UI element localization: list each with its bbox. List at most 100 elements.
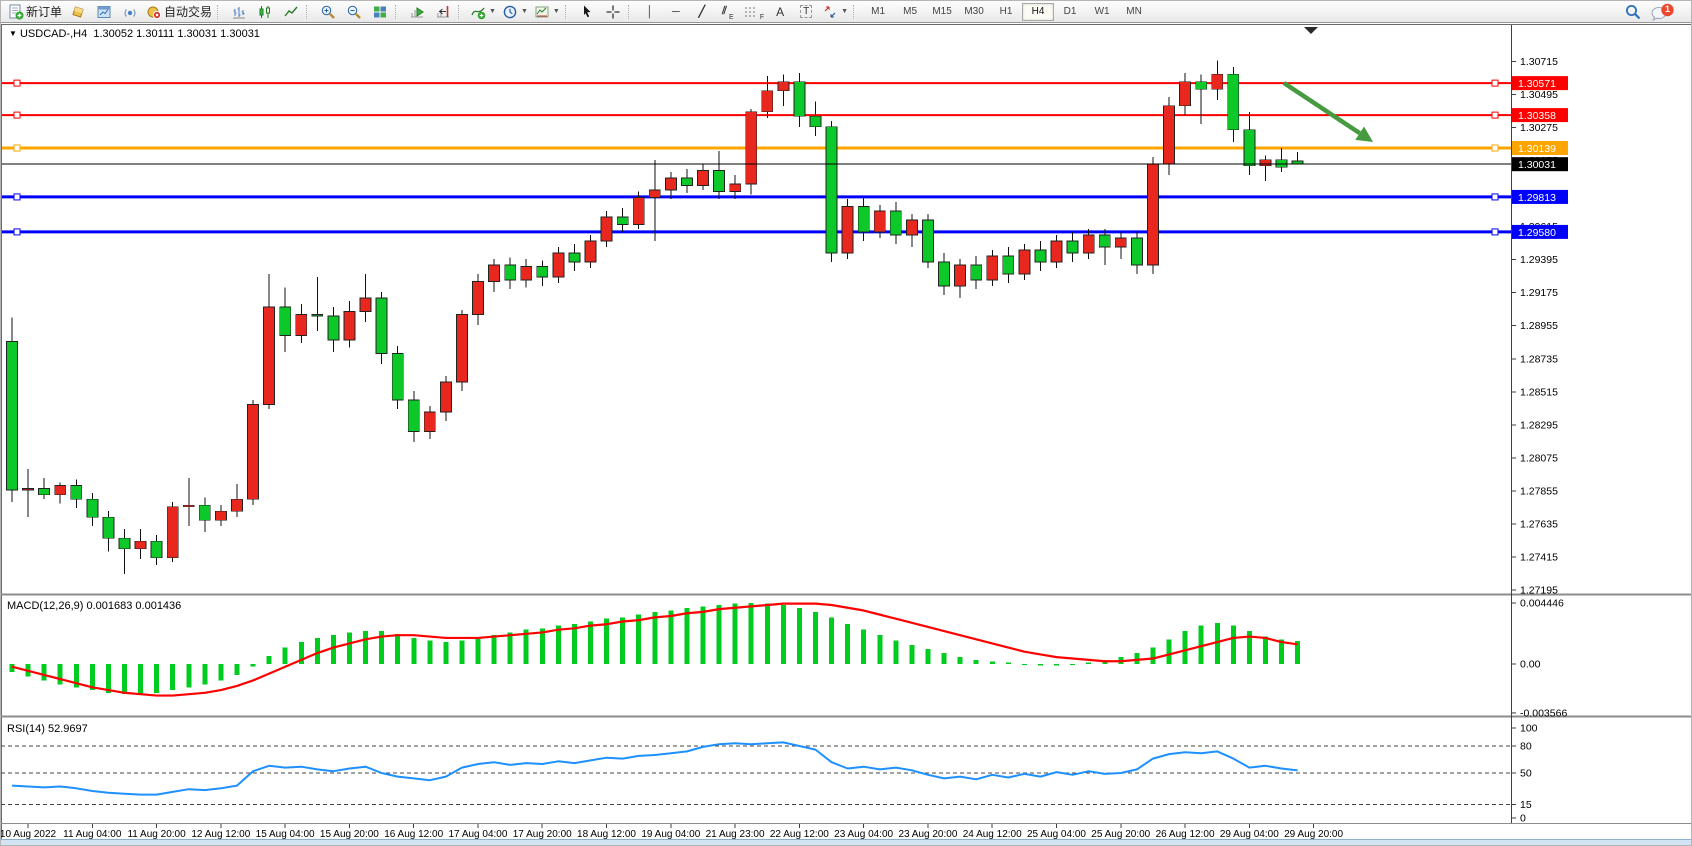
macd-histogram-bar [411,638,416,664]
fibo-sub-label: F [760,14,764,21]
auto-trading-button[interactable]: 自动交易 [143,2,215,22]
timeframe-group: M1M5M15M30H1H4D1W1MN [862,3,1150,21]
chart-canvas[interactable]: 1.307151.304951.302751.300551.298351.296… [1,1,1692,846]
macd-histogram-bar [1167,639,1172,664]
vertical-line-tool[interactable]: │ [637,2,663,22]
time-frame-M1[interactable]: M1 [862,3,894,21]
candle-up [762,91,773,112]
candle-down [971,265,982,280]
trendline-icon: ╱ [699,5,706,18]
candle-up [1051,241,1062,262]
macd-histogram-bar [701,606,706,664]
time-frame-M5[interactable]: M5 [894,3,926,21]
candlestick-chart-icon [257,4,273,20]
candlestick-chart-button[interactable] [252,2,278,22]
candle-down [7,342,18,491]
candle-down [1035,250,1046,262]
macd-histogram-bar [861,630,866,664]
time-frame-H1[interactable]: H1 [990,3,1022,21]
toolbar-separator [565,5,570,19]
equidistant-channel-tool[interactable]: ⫽E [715,2,741,22]
cursor-button[interactable] [574,2,600,22]
tile-windows-button[interactable] [367,2,393,22]
macd-histogram-bar [620,617,625,664]
chart-window-button[interactable] [91,2,117,22]
mt4-trading-app: 新订单 [0,0,1692,846]
vertical-line-icon: │ [646,6,653,18]
notifications-button[interactable]: 1 [1646,2,1685,22]
time-frame-D1[interactable]: D1 [1054,3,1086,21]
candle-up [987,256,998,280]
candle-down [1067,241,1078,253]
text-label-icon: T [800,5,812,18]
signal-button[interactable] [117,2,143,22]
trendline-tool[interactable]: ╱ [689,2,715,22]
chevron-down-icon: ▼ [521,8,528,15]
macd-histogram-bar [925,649,930,664]
periods-button[interactable]: ▼ [499,2,531,22]
chart-shift-button[interactable] [430,2,456,22]
macd-label: MACD(12,26,9) 0.001683 0.001436 [7,600,181,612]
templates-button[interactable]: ▼ [531,2,563,22]
candle-down [312,314,323,316]
candle-up [248,405,259,500]
macd-histogram-bar [1134,653,1139,664]
time-frame-W1[interactable]: W1 [1086,3,1118,21]
crosshair-button[interactable] [600,2,626,22]
bar-chart-button[interactable] [226,2,252,22]
price-badge-label: 1.30358 [1518,110,1556,122]
horizontal-line-icon: ─ [672,6,680,18]
candle-up [23,489,34,491]
macd-histogram-bar [765,604,770,664]
candle-up [906,220,917,235]
new-order-button[interactable]: 新订单 [5,2,65,22]
auto-scroll-button[interactable] [404,2,430,22]
line-handle [1492,112,1498,118]
candle-up [440,382,451,412]
candle-up [1147,164,1158,265]
macd-histogram-bar [138,664,143,694]
line-chart-icon [283,4,299,20]
market-watch-button[interactable] [65,2,91,22]
text-tool[interactable]: A [767,2,793,22]
horizontal-line-tool[interactable]: ─ [663,2,689,22]
chart-title: ▼ USDCAD-,H4 1.30052 1.30111 1.30031 1.3… [9,28,260,40]
macd-histogram-bar [1070,664,1075,665]
price-badge-label: 1.30031 [1518,159,1556,171]
macd-histogram-bar [1263,637,1268,664]
zoom-in-button[interactable] [315,2,341,22]
candle-up [1212,74,1223,89]
gold-cube-icon [70,4,86,20]
collapse-triangle-icon: ▼ [9,29,17,38]
macd-histogram-bar [588,621,593,664]
candle-down [119,538,130,549]
line-chart-button[interactable] [278,2,304,22]
macd-histogram-bar [942,653,947,664]
macd-histogram-bar [267,656,272,664]
macd-histogram-bar [234,664,239,675]
time-frame-M15[interactable]: M15 [926,3,958,21]
cursor-icon [579,4,595,20]
text-label-tool[interactable]: T [793,2,819,22]
new-order-label: 新订单 [26,3,62,20]
candle-down [810,116,821,127]
arrows-tool[interactable]: ▼ [819,2,851,22]
candle-down [1196,82,1207,90]
macd-histogram-bar [604,619,609,664]
time-frame-MN[interactable]: MN [1118,3,1150,21]
zoom-out-button[interactable] [341,2,367,22]
candle-down [569,253,580,262]
indicators-button[interactable]: ▼ [467,2,499,22]
candle-down [151,541,162,558]
bar-chart-icon [231,4,247,20]
auto-scroll-icon [409,4,425,20]
scroll-strip[interactable] [1,839,1692,846]
price-tick-label: 1.27855 [1520,485,1558,497]
fibonacci-tool[interactable]: F [741,2,767,22]
macd-histogram-bar [990,661,995,664]
time-frame-M30[interactable]: M30 [958,3,990,21]
search-button[interactable] [1620,2,1646,22]
candle-up [842,206,853,253]
macd-histogram-bar [1086,663,1091,664]
time-frame-H4[interactable]: H4 [1022,3,1054,21]
